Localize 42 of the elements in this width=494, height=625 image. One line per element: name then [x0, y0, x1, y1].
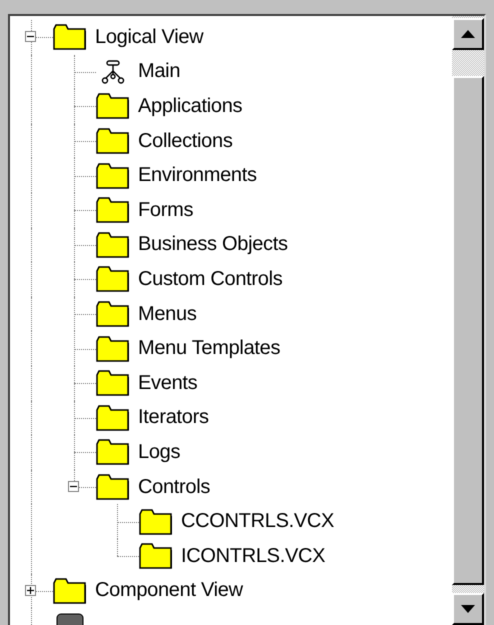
folder-icon	[96, 474, 130, 500]
folder-icon	[96, 162, 130, 189]
down-arrow-icon	[461, 605, 475, 613]
folder-icon	[96, 197, 130, 224]
tree-item[interactable]: CCONTRLS.VCX	[181, 510, 334, 534]
scroll-up-button[interactable]	[452, 18, 484, 50]
expander-box[interactable]	[68, 481, 79, 492]
tree-item[interactable]: ICONTRLS.VCX	[181, 544, 326, 568]
folder-icon	[139, 543, 173, 570]
tree-item[interactable]: Iterators	[138, 406, 209, 430]
folder-icon	[96, 336, 130, 362]
folder-icon	[96, 370, 130, 396]
tree-item[interactable]: Applications	[138, 94, 242, 118]
tree-item[interactable]: Main	[138, 60, 180, 84]
folder-icon	[96, 439, 130, 466]
tree-item[interactable]: Component View	[95, 579, 243, 602]
folder-icon	[96, 232, 130, 258]
tree-item[interactable]: Environments	[138, 164, 257, 188]
expander-box[interactable]	[25, 31, 36, 42]
scroll-thumb[interactable]	[452, 76, 484, 585]
folder-icon	[96, 301, 130, 328]
tree-item[interactable]: Events	[138, 372, 198, 395]
folder-icon	[96, 266, 130, 292]
tree-item[interactable]: Menu Templates	[138, 337, 280, 360]
folder-icon	[96, 93, 130, 120]
folder-icon	[139, 508, 173, 535]
tree-item[interactable]: Forms	[138, 198, 194, 222]
tree-item[interactable]: Logs	[138, 440, 180, 464]
up-arrow-icon	[461, 30, 475, 38]
folder-icon	[53, 578, 87, 604]
folder-icon	[96, 404, 130, 431]
tree-item[interactable]: Logical View	[95, 26, 204, 49]
tree-item[interactable]: Collections	[138, 130, 233, 153]
expander-box[interactable]	[25, 584, 36, 596]
scrollbar[interactable]	[452, 16, 484, 625]
tree-item[interactable]: Menus	[138, 302, 197, 326]
tree-item[interactable]: Controls	[138, 476, 210, 499]
folder-icon	[96, 128, 130, 154]
tree-item[interactable]: Business Objects	[138, 233, 288, 256]
scroll-down-button[interactable]	[452, 593, 484, 625]
folder-icon	[53, 24, 87, 50]
tree-item[interactable]: Custom Controls	[138, 268, 282, 291]
